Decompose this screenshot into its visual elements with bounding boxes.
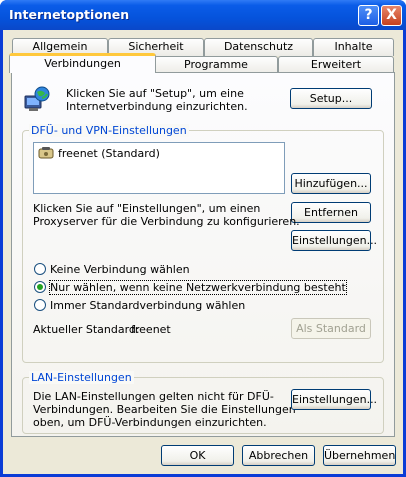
setup-button[interactable]: Setup...: [290, 88, 372, 109]
set-default-button[interactable]: Als Standard: [291, 318, 371, 339]
radio-selected-dot: [37, 284, 43, 290]
lan-instructions-line2: Verbindungen. Bearbeiten Sie die Einstel…: [33, 403, 296, 416]
window-title: Internetoptionen: [9, 7, 130, 22]
remove-connection-button[interactable]: Entfernen: [291, 202, 371, 223]
tab-verbindungen[interactable]: Verbindungen: [9, 53, 156, 73]
cancel-button[interactable]: Abbrechen: [242, 445, 315, 466]
tab-inhalte[interactable]: Inhalte: [313, 38, 394, 56]
close-button[interactable]: X: [381, 5, 402, 26]
connection-freenet[interactable]: freenet (Standard): [58, 147, 160, 160]
apply-button[interactable]: Übernehmen: [323, 445, 396, 466]
proxy-instructions-line2: Proxyserver für die Verbindung zu konfig…: [33, 215, 300, 228]
help-button[interactable]: ?: [358, 5, 379, 26]
radio-dial-when-no-network-label[interactable]: Nur wählen, wenn keine Netzwerkverbindun…: [49, 280, 347, 295]
lan-instructions-line3: oben, um DFÜ-Verbindungen einzurichten.: [33, 416, 267, 429]
add-connection-button[interactable]: Hinzufügen...: [291, 173, 371, 194]
radio-no-dial[interactable]: [34, 263, 46, 275]
setup-instructions-line2: Internetverbindung einzurichten.: [66, 100, 248, 113]
current-default-value: freenet: [131, 323, 171, 336]
dialog-window: Internetoptionen ? X Allgemein Sicherhei…: [0, 0, 406, 477]
ok-button[interactable]: OK: [161, 445, 234, 466]
radio-no-dial-label[interactable]: Keine Verbindung wählen: [50, 263, 190, 276]
title-bar[interactable]: Internetoptionen ? X: [0, 0, 406, 30]
tab-panel-verbindungen: Klicken Sie auf "Setup", um eine Interne…: [11, 72, 395, 437]
radio-dial-when-no-network[interactable]: [34, 281, 46, 293]
connections-list[interactable]: freenet (Standard): [33, 142, 285, 194]
lan-settings-button[interactable]: Einstellungen...: [291, 389, 377, 410]
tab-datenschutz[interactable]: Datenschutz: [204, 38, 313, 56]
dialup-settings-button[interactable]: Einstellungen...: [291, 230, 377, 251]
lan-instructions-line1: Die LAN-Einstellungen gelten nicht für D…: [33, 390, 274, 403]
dialog-client-area: Allgemein Sicherheit Datenschutz Inhalte…: [3, 30, 403, 474]
current-default-label: Aktueller Standard:: [33, 323, 140, 336]
radio-always-dial[interactable]: [34, 299, 46, 311]
dialup-vpn-legend: DFÜ- und VPN-Einstellungen: [29, 124, 189, 137]
radio-always-dial-label[interactable]: Immer Standardverbindung wählen: [50, 299, 245, 312]
lan-settings-legend: LAN-Einstellungen: [29, 371, 134, 384]
setup-instructions-line1: Klicken Sie auf "Setup", um eine: [66, 87, 244, 100]
proxy-instructions-line1: Klicken Sie auf "Einstellungen", um eine…: [33, 202, 261, 215]
network-globe-icon: [23, 85, 51, 113]
dialup-connection-icon: [38, 146, 54, 160]
